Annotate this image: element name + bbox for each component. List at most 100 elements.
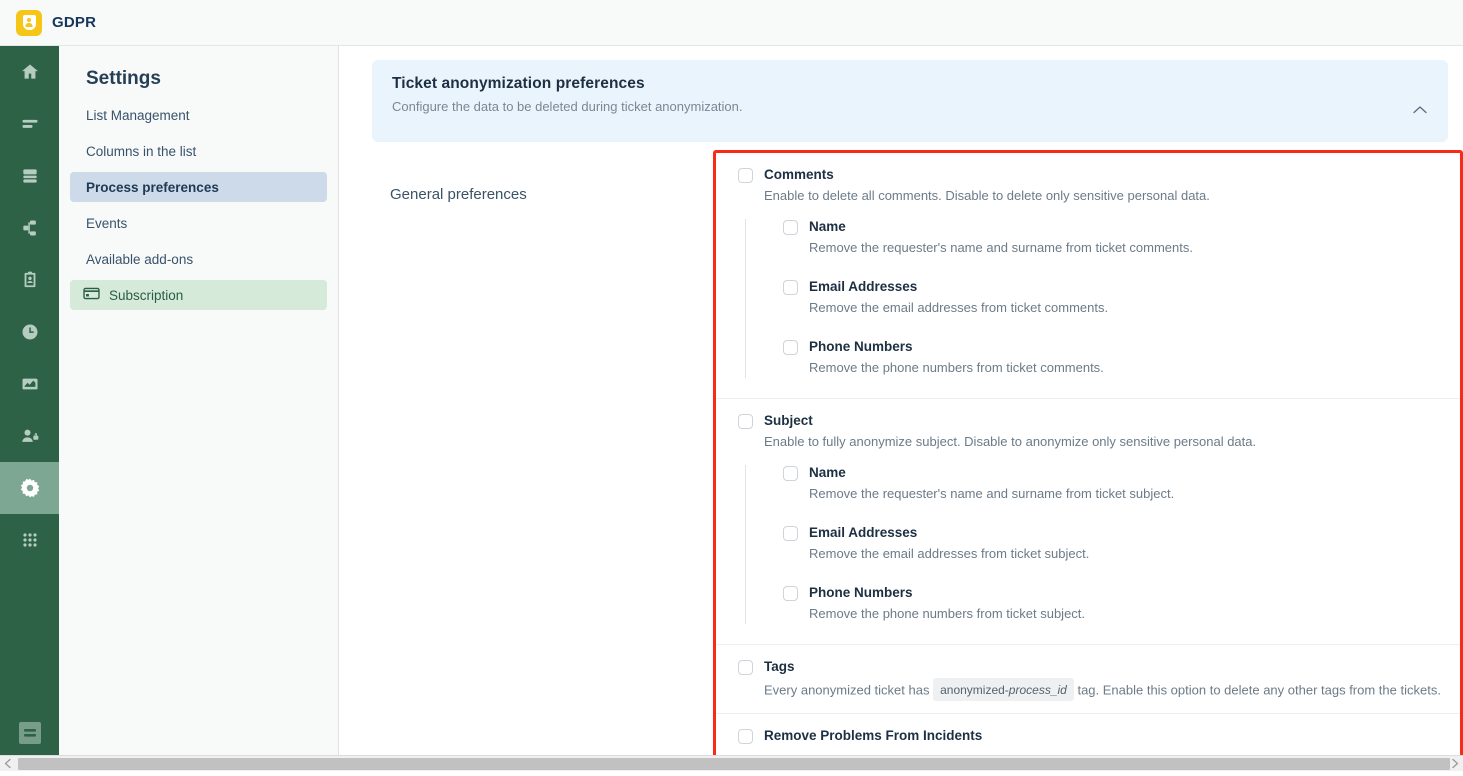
option-description: Enable to fully anonymize subject. Disab… bbox=[764, 432, 1442, 452]
tags-desc-before: Every anonymized ticket has bbox=[764, 683, 929, 698]
checkbox-remove-problems-from-incidents[interactable] bbox=[738, 729, 753, 744]
general-preferences-label: General preferences bbox=[390, 186, 527, 203]
checkbox-comments[interactable] bbox=[738, 168, 753, 183]
brand-title: GDPR bbox=[52, 14, 96, 31]
rail-collapse-button[interactable] bbox=[0, 715, 59, 755]
option-comments-phone-numbers[interactable]: Phone Numbers Remove the phone numbers f… bbox=[783, 339, 1442, 378]
checkbox-comments-name[interactable] bbox=[783, 220, 798, 235]
sidebar-item-subscription[interactable]: Subscription bbox=[70, 280, 327, 310]
sidebar-item-list-management[interactable]: List Management bbox=[70, 100, 327, 130]
sidebar-item-events[interactable]: Events bbox=[70, 208, 327, 238]
scroll-right-arrow-icon[interactable] bbox=[1446, 756, 1463, 771]
checkbox-subject-name[interactable] bbox=[783, 466, 798, 481]
rail-item-home[interactable] bbox=[0, 46, 59, 98]
grid-apps-icon bbox=[20, 530, 40, 550]
checkbox-subject-email-addresses[interactable] bbox=[783, 526, 798, 541]
tags-desc-after: tag. Enable this option to delete any ot… bbox=[1077, 683, 1441, 698]
clock-icon bbox=[20, 322, 40, 342]
rail-item-database[interactable] bbox=[0, 150, 59, 202]
option-title: Tags bbox=[764, 659, 1442, 675]
option-comments[interactable]: Comments Enable to delete all comments. … bbox=[738, 167, 1442, 206]
option-subject[interactable]: Subject Enable to fully anonymize subjec… bbox=[738, 413, 1442, 452]
horizontal-scrollbar-thumb[interactable] bbox=[18, 758, 1450, 770]
sidebar-item-label: Columns in the list bbox=[86, 144, 196, 159]
option-tags[interactable]: Tags Every anonymized ticket has anonymi… bbox=[738, 659, 1442, 701]
option-children-comments: Name Remove the requester's name and sur… bbox=[745, 219, 1442, 378]
clipboard-icon bbox=[20, 270, 40, 290]
option-subject-email-addresses[interactable]: Email Addresses Remove the email address… bbox=[783, 525, 1442, 564]
anonymized-process-id-tag-chip: anonymized-process_id bbox=[933, 678, 1074, 701]
option-description: Remove the phone numbers from ticket sub… bbox=[809, 604, 1442, 624]
gdpr-shield-logo-icon bbox=[16, 10, 42, 36]
option-description: Remove the email addresses from ticket c… bbox=[809, 298, 1442, 318]
sidebar-item-label: Subscription bbox=[109, 288, 183, 303]
option-title: Comments bbox=[764, 167, 1442, 183]
checkbox-comments-email-addresses[interactable] bbox=[783, 280, 798, 295]
gear-icon bbox=[19, 477, 41, 499]
option-description: Remove the requester's name and surname … bbox=[809, 238, 1442, 258]
preferences-highlight-box: Comments Enable to delete all comments. … bbox=[713, 150, 1463, 755]
chevron-up-icon[interactable] bbox=[1410, 102, 1430, 118]
option-title: Name bbox=[809, 219, 1442, 235]
sidebar-item-process-preferences[interactable]: Process preferences bbox=[70, 172, 327, 202]
sidebar-item-columns-in-the-list[interactable]: Columns in the list bbox=[70, 136, 327, 166]
option-description: Remove the phone numbers from ticket com… bbox=[809, 358, 1442, 378]
option-title: Subject bbox=[764, 413, 1442, 429]
chip-italic: process_id bbox=[1009, 683, 1067, 697]
chip-plain: anonymized- bbox=[940, 683, 1009, 697]
user-lock-icon bbox=[20, 426, 40, 446]
checkbox-comments-phone-numbers[interactable] bbox=[783, 340, 798, 355]
rail-item-settings[interactable] bbox=[0, 462, 59, 514]
database-icon bbox=[20, 166, 40, 186]
checkbox-subject-phone-numbers[interactable] bbox=[783, 586, 798, 601]
option-comments-email-addresses[interactable]: Email Addresses Remove the email address… bbox=[783, 279, 1442, 318]
option-comments-name[interactable]: Name Remove the requester's name and sur… bbox=[783, 219, 1442, 258]
icon-rail bbox=[0, 46, 59, 755]
option-title: Remove Problems From Incidents bbox=[764, 728, 1442, 744]
rail-item-lists[interactable] bbox=[0, 98, 59, 150]
option-description: Remove the email addresses from ticket s… bbox=[809, 544, 1442, 564]
sidebar-item-label: Available add-ons bbox=[86, 252, 193, 267]
scroll-left-arrow-icon[interactable] bbox=[0, 756, 17, 771]
option-subject-name[interactable]: Name Remove the requester's name and sur… bbox=[783, 465, 1442, 504]
sidebar-item-available-add-ons[interactable]: Available add-ons bbox=[70, 244, 327, 274]
option-description: Enable to delete all comments. Disable t… bbox=[764, 186, 1442, 206]
option-title: Phone Numbers bbox=[809, 339, 1442, 355]
sidebar-item-label: Process preferences bbox=[86, 180, 219, 195]
sidebar-item-label: Events bbox=[86, 216, 127, 231]
option-subject-phone-numbers[interactable]: Phone Numbers Remove the phone numbers f… bbox=[783, 585, 1442, 624]
option-group-subject: Subject Enable to fully anonymize subjec… bbox=[716, 399, 1460, 645]
collapse-menu-icon bbox=[17, 720, 43, 751]
checkbox-tags[interactable] bbox=[738, 660, 753, 675]
brand[interactable]: GDPR bbox=[0, 10, 96, 36]
ticket-anonymization-panel-header[interactable]: Ticket anonymization preferences Configu… bbox=[372, 60, 1448, 142]
option-description: Remove the requester's name and surname … bbox=[809, 484, 1442, 504]
rail-item-reports[interactable] bbox=[0, 358, 59, 410]
rail-item-workflow[interactable] bbox=[0, 202, 59, 254]
home-icon bbox=[20, 62, 40, 82]
rail-item-history[interactable] bbox=[0, 306, 59, 358]
option-children-subject: Name Remove the requester's name and sur… bbox=[745, 465, 1442, 624]
preferences-list: Comments Enable to delete all comments. … bbox=[716, 153, 1460, 755]
top-bar: GDPR bbox=[0, 0, 1463, 46]
option-title: Email Addresses bbox=[809, 279, 1442, 295]
option-group-remove-problems-from-incidents: Remove Problems From Incidents bbox=[716, 714, 1460, 755]
checkbox-subject[interactable] bbox=[738, 414, 753, 429]
credit-card-icon bbox=[83, 285, 100, 305]
panel-title: Ticket anonymization preferences bbox=[392, 75, 1426, 93]
rail-item-apps[interactable] bbox=[0, 514, 59, 566]
horizontal-scrollbar[interactable] bbox=[0, 755, 1463, 771]
option-remove-problems-from-incidents[interactable]: Remove Problems From Incidents bbox=[738, 728, 1442, 744]
option-title: Phone Numbers bbox=[809, 585, 1442, 601]
rail-item-requests[interactable] bbox=[0, 254, 59, 306]
sidebar-item-label: List Management bbox=[86, 108, 190, 123]
option-title: Name bbox=[809, 465, 1442, 481]
rail-item-users[interactable] bbox=[0, 410, 59, 462]
option-group-comments: Comments Enable to delete all comments. … bbox=[716, 153, 1460, 399]
chart-icon bbox=[20, 374, 40, 394]
option-description: Every anonymized ticket has anonymized-p… bbox=[764, 678, 1442, 701]
workflow-icon bbox=[20, 218, 40, 238]
settings-title: Settings bbox=[59, 46, 338, 100]
panel-subtitle: Configure the data to be deleted during … bbox=[392, 99, 1426, 114]
option-title: Email Addresses bbox=[809, 525, 1442, 541]
